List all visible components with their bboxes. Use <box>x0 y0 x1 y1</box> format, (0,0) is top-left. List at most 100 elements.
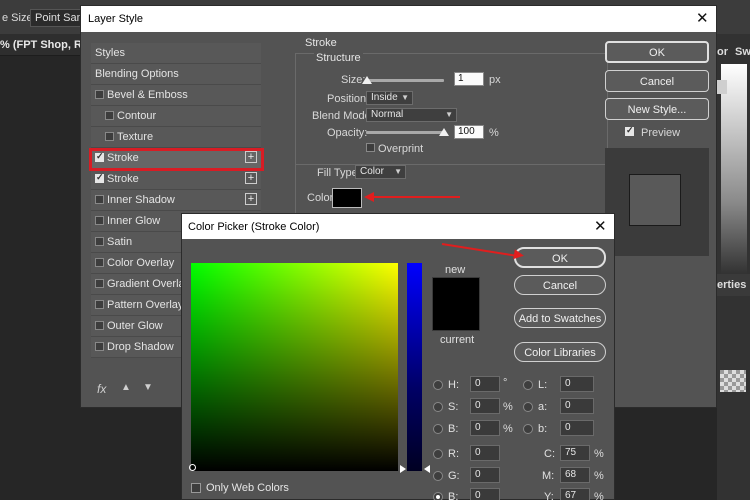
style-checkbox-contour[interactable] <box>105 111 114 120</box>
close-icon[interactable]: ✕ <box>696 11 709 26</box>
brightness-input[interactable]: 0 <box>470 420 500 436</box>
b-channel-label: b: <box>538 423 548 435</box>
b-channel-input[interactable]: 0 <box>560 420 594 436</box>
annotation-arrow-line <box>372 196 460 198</box>
brightness-radio[interactable] <box>433 424 443 434</box>
fill-type-select[interactable]: Color ▼ <box>355 165 406 179</box>
hue-slider[interactable] <box>407 263 422 471</box>
style-checkbox-bevel-emboss[interactable] <box>95 90 104 99</box>
add-style-icon[interactable]: + <box>245 172 257 184</box>
hue-slider-left-arrow[interactable] <box>400 465 406 473</box>
a-channel-radio[interactable] <box>523 402 533 412</box>
color-picker-titlebar[interactable]: Color Picker (Stroke Color) ✕ <box>182 214 614 239</box>
new-color-swatch <box>432 277 480 331</box>
cyan-input[interactable]: 75 <box>560 445 590 461</box>
style-item-label: Inner Shadow <box>107 194 175 206</box>
panel-scrollbar[interactable] <box>717 80 727 94</box>
style-checkbox-inner-shadow[interactable] <box>95 195 104 204</box>
opacity-slider[interactable] <box>366 131 444 134</box>
size-slider[interactable] <box>366 79 444 82</box>
lightness-radio[interactable] <box>523 380 533 390</box>
style-item-label: Color Overlay <box>107 257 175 269</box>
stroke-color-swatch[interactable] <box>332 188 362 208</box>
color-libraries-button[interactable]: Color Libraries <box>514 342 606 362</box>
a-channel-label: a: <box>538 401 548 413</box>
saturation-radio[interactable] <box>433 402 443 412</box>
color-tab-fragment[interactable]: or <box>717 46 728 58</box>
new-style-button[interactable]: New Style... <box>605 98 709 120</box>
picker-cancel-button[interactable]: Cancel <box>514 275 606 295</box>
styles-footer: fx ▲ ▼ <box>95 382 175 400</box>
hue-radio[interactable] <box>433 380 443 390</box>
brightness-label: B: <box>448 423 459 435</box>
blue-input[interactable]: 0 <box>470 488 500 500</box>
red-radio[interactable] <box>433 449 443 459</box>
sample-size-select[interactable]: Point Sample <box>30 9 82 27</box>
hue-label: H: <box>448 379 459 391</box>
style-item-styles[interactable]: Styles <box>91 43 261 64</box>
color-picker-dialog: Color Picker (Stroke Color) ✕ new curren… <box>181 213 615 500</box>
close-icon[interactable]: ✕ <box>594 219 607 234</box>
only-web-colors-label: Only Web Colors <box>206 482 289 494</box>
style-checkbox-stroke[interactable] <box>95 172 104 183</box>
add-style-icon[interactable]: + <box>245 193 257 205</box>
style-item-texture[interactable]: Texture <box>91 127 261 148</box>
style-checkbox-inner-glow[interactable] <box>95 216 104 225</box>
cancel-button[interactable]: Cancel <box>605 70 709 92</box>
document-tab[interactable]: % (FPT Shop, RGB/8 <box>0 34 108 56</box>
style-checkbox-outer-glow[interactable] <box>95 321 104 330</box>
a-channel-input[interactable]: 0 <box>560 398 594 414</box>
fx-icon[interactable]: fx <box>97 382 106 396</box>
style-item-bevel-emboss[interactable]: Bevel & Emboss <box>91 85 261 106</box>
cyan-label: C: <box>544 448 555 460</box>
color-gradient-fragment[interactable] <box>721 64 747 294</box>
style-checkbox-gradient-overlay[interactable] <box>95 279 104 288</box>
color-field[interactable] <box>191 263 398 471</box>
swatches-tab-fragment[interactable]: Swa <box>735 46 750 58</box>
green-radio[interactable] <box>433 471 443 481</box>
style-checkbox-color-overlay[interactable] <box>95 258 104 267</box>
yellow-label: Y: <box>544 491 554 500</box>
move-down-icon[interactable]: ▼ <box>143 382 153 393</box>
style-checkbox-satin[interactable] <box>95 237 104 246</box>
style-item-stroke[interactable]: Stroke + <box>91 169 261 190</box>
position-select[interactable]: Inside ▼ <box>366 91 413 105</box>
style-checkbox-drop-shadow[interactable] <box>95 342 104 351</box>
layer-style-titlebar[interactable]: Layer Style ✕ <box>81 6 716 32</box>
green-input[interactable]: 0 <box>470 467 500 483</box>
magenta-input[interactable]: 68 <box>560 467 590 483</box>
size-slider-knob[interactable] <box>362 76 372 84</box>
blend-mode-select[interactable]: Normal ▼ <box>366 108 457 122</box>
style-checkbox-pattern-overlay[interactable] <box>95 300 104 309</box>
opacity-slider-knob[interactable] <box>439 128 449 136</box>
hue-slider-right-arrow[interactable] <box>424 465 430 473</box>
preview-checkbox[interactable] <box>625 125 634 136</box>
style-item-blending-options[interactable]: Blending Options <box>91 64 261 85</box>
size-input[interactable]: 1 <box>454 72 484 86</box>
ok-button[interactable]: OK <box>605 41 709 63</box>
picker-ok-button[interactable]: OK <box>514 247 606 268</box>
move-up-icon[interactable]: ▲ <box>121 382 131 393</box>
layer-thumbnail[interactable] <box>720 370 746 392</box>
style-item-contour[interactable]: Contour <box>91 106 261 127</box>
structure-title: Structure <box>314 52 363 64</box>
opacity-unit: % <box>489 127 499 139</box>
opacity-input[interactable]: 100 <box>454 125 484 139</box>
stroke-section-title: Stroke <box>305 37 337 49</box>
lightness-input[interactable]: 0 <box>560 376 594 392</box>
blue-radio[interactable] <box>433 492 443 500</box>
color-picker-title: Color Picker (Stroke Color) <box>188 221 320 233</box>
red-input[interactable]: 0 <box>470 445 500 461</box>
hue-input[interactable]: 0 <box>470 376 500 392</box>
style-item-inner-shadow[interactable]: Inner Shadow + <box>91 190 261 211</box>
color-field-marker[interactable] <box>189 464 196 471</box>
b-channel-radio[interactable] <box>523 424 533 434</box>
properties-tab-fragment[interactable]: erties <box>717 274 750 296</box>
cyan-unit: % <box>594 448 604 460</box>
saturation-input[interactable]: 0 <box>470 398 500 414</box>
add-to-swatches-button[interactable]: Add to Swatches <box>514 308 606 328</box>
only-web-colors-checkbox[interactable] <box>191 483 201 493</box>
yellow-input[interactable]: 67 <box>560 488 590 500</box>
overprint-checkbox[interactable] <box>366 143 375 152</box>
style-checkbox-texture[interactable] <box>105 132 114 141</box>
